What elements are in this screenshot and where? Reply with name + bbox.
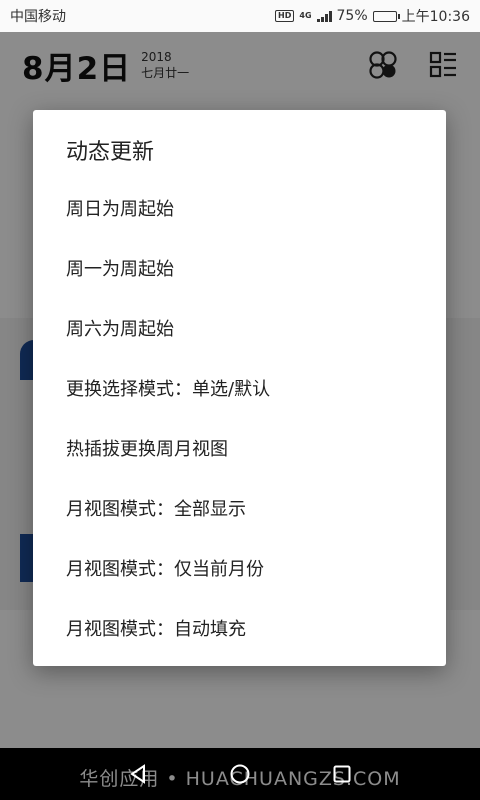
carrier-label: 中国移动 (10, 9, 66, 25)
battery-percent: 75% (336, 8, 368, 24)
options-dialog: 动态更新 周日为周起始 周一为周起始 周六为周起始 更换选择模式：单选/默认 热… (33, 110, 446, 666)
option-month-auto-fill[interactable]: 月视图模式：自动填充 (33, 600, 446, 660)
home-icon[interactable] (229, 763, 251, 785)
clock: 上午10:36 (401, 9, 470, 25)
navigation-bar (0, 748, 480, 800)
option-monday-start[interactable]: 周一为周起始 (33, 240, 446, 300)
option-month-current-only[interactable]: 月视图模式：仅当前月份 (33, 540, 446, 600)
network-type-icon: 4G (299, 11, 312, 20)
hd-icon: HD (275, 10, 295, 22)
recents-icon[interactable] (331, 763, 353, 785)
option-select-mode[interactable]: 更换选择模式：单选/默认 (33, 360, 446, 420)
option-sunday-start[interactable]: 周日为周起始 (33, 180, 446, 240)
signal-icon (316, 10, 332, 22)
dialog-title: 动态更新 (66, 140, 155, 165)
option-month-show-all[interactable]: 月视图模式：全部显示 (33, 480, 446, 540)
status-indicators: HD 4G 75% 上午10:36 (275, 6, 470, 26)
option-hot-swap-view[interactable]: 热插拔更换周月视图 (33, 420, 446, 480)
battery-icon (372, 10, 400, 22)
back-icon[interactable] (127, 763, 149, 785)
status-bar: 中国移动 HD 4G 75% 上午10:36 (0, 0, 480, 32)
option-saturday-start[interactable]: 周六为周起始 (33, 300, 446, 360)
